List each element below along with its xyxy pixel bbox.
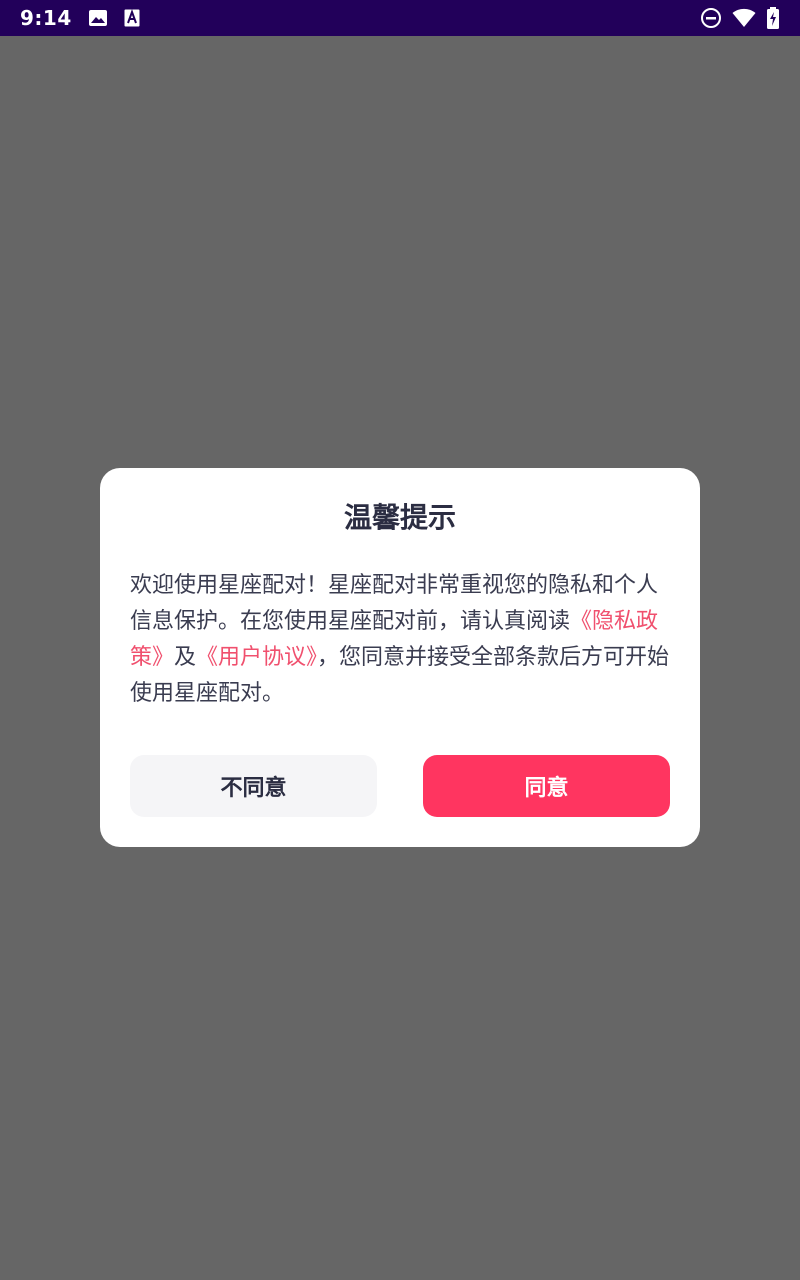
dialog-title: 温馨提示	[343, 501, 456, 534]
user-agreement-link[interactable]: 《用户协议》	[196, 645, 317, 670]
do-not-disturb-icon	[700, 7, 722, 29]
status-left: 9:14	[20, 6, 140, 30]
body-and: 及	[174, 645, 197, 670]
privacy-dialog: 温馨提示 欢迎使用星座配对！星座配对非常重视您的隐私和个人信息保护。在您使用星座…	[100, 468, 700, 847]
agree-button[interactable]: 同意	[423, 755, 670, 817]
wifi-icon	[732, 8, 756, 28]
dialog-button-row: 不同意 同意	[130, 755, 670, 817]
text-a-icon	[124, 9, 140, 27]
disagree-button[interactable]: 不同意	[130, 755, 377, 817]
dialog-body: 欢迎使用星座配对！星座配对非常重视您的隐私和个人信息保护。在您使用星座配对前，请…	[130, 568, 670, 712]
image-icon	[88, 9, 108, 27]
status-right	[700, 7, 780, 29]
status-bar: 9:14	[0, 0, 800, 36]
status-time: 9:14	[20, 6, 72, 30]
battery-charging-icon	[766, 7, 780, 29]
